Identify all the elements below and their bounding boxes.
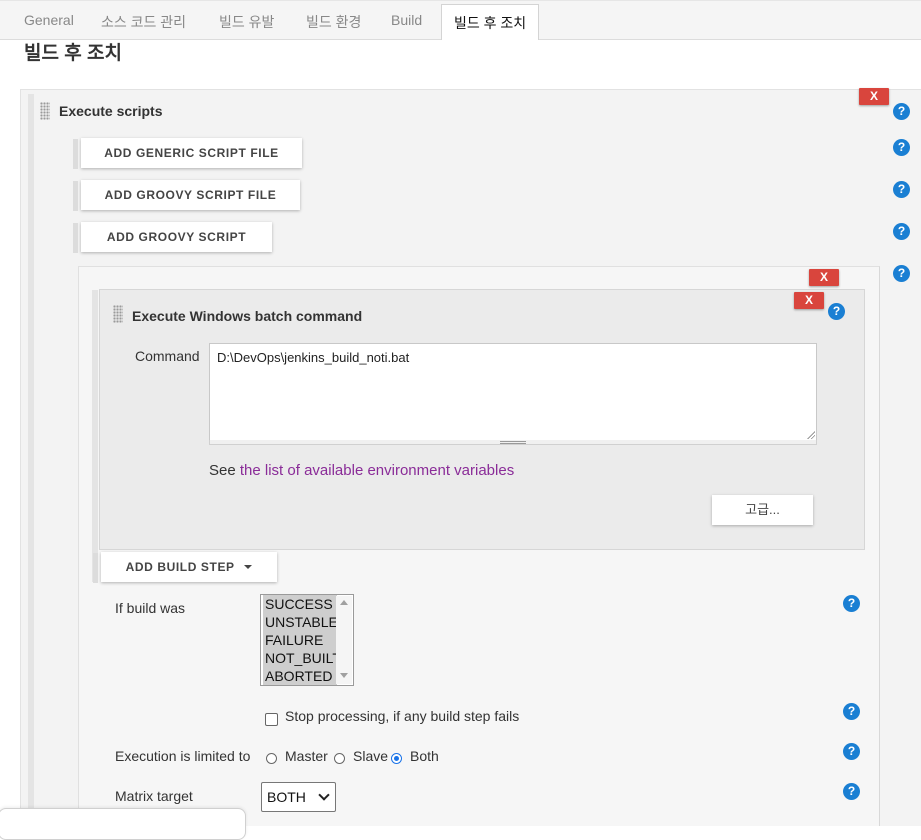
radio-both-label: Both (410, 748, 439, 764)
batch-command-title: Execute Windows batch command (132, 308, 363, 324)
advanced-button[interactable]: 고급... (712, 495, 813, 525)
help-icon[interactable]: ? (893, 223, 910, 240)
help-icon[interactable]: ? (893, 265, 910, 282)
listbox-option[interactable]: SUCCESS (263, 595, 337, 613)
tab-general[interactable]: General (24, 12, 74, 28)
add-build-step-label: ADD BUILD STEP (125, 560, 235, 574)
matrix-target-label: Matrix target (115, 788, 193, 804)
bottom-overlay-card (0, 808, 246, 840)
resize-grip-icon (500, 441, 526, 444)
button-strip (93, 553, 98, 583)
tab-build-environment[interactable]: 빌드 환경 (306, 12, 361, 32)
scroll-down-icon[interactable] (340, 673, 348, 678)
panel-left-strip (28, 94, 34, 826)
env-vars-hint: See the list of available environment va… (209, 462, 514, 479)
help-icon[interactable]: ? (843, 595, 860, 612)
listbox-option[interactable]: NOT_BUILT (263, 649, 341, 667)
add-generic-script-file-button[interactable]: ADD GENERIC SCRIPT FILE (81, 138, 302, 168)
if-build-was-label: If build was (115, 600, 186, 616)
button-strip (73, 181, 78, 211)
radio-slave-label: Slave (353, 748, 389, 764)
env-vars-prefix: See (209, 462, 236, 479)
execution-limited-label: Execution is limited to (115, 748, 251, 764)
stop-processing-checkbox[interactable] (265, 713, 278, 726)
tab-post-build-actions[interactable]: 빌드 후 조치 (441, 4, 540, 40)
radio-slave[interactable] (334, 753, 345, 764)
caret-down-icon (244, 564, 253, 569)
env-vars-link[interactable]: the list of available environment variab… (240, 462, 514, 479)
delete-execute-scripts-button[interactable]: X (859, 88, 889, 105)
delete-batch-command-button[interactable]: X (794, 292, 824, 309)
radio-master-label: Master (285, 748, 328, 764)
button-strip (73, 223, 78, 253)
command-textarea[interactable]: D:\DevOps\jenkins_build_noti.bat (209, 343, 817, 441)
listbox-option[interactable]: FAILURE (263, 631, 337, 649)
radio-both[interactable] (391, 753, 402, 764)
button-strip (73, 139, 78, 169)
help-icon[interactable]: ? (843, 783, 860, 800)
tab-source-code-management[interactable]: 소스 코드 관리 (101, 12, 186, 32)
radio-master[interactable] (266, 753, 277, 764)
delete-step-container-button[interactable]: X (809, 269, 839, 286)
help-icon[interactable]: ? (843, 743, 860, 760)
tab-build[interactable]: Build (391, 12, 422, 28)
help-icon[interactable]: ? (893, 139, 910, 156)
add-build-step-button[interactable]: ADD BUILD STEP (101, 552, 277, 582)
resize-corner-icon[interactable] (806, 430, 815, 439)
command-label: Command (135, 348, 200, 364)
scroll-up-icon[interactable] (340, 600, 348, 605)
add-groovy-script-button[interactable]: ADD GROOVY SCRIPT (81, 222, 272, 252)
panel-left-strip (92, 290, 98, 582)
section-title: 빌드 후 조치 (24, 43, 122, 64)
listbox-scrollbar[interactable] (336, 596, 352, 684)
help-icon[interactable]: ? (843, 703, 860, 720)
help-icon[interactable]: ? (893, 103, 910, 120)
add-groovy-script-file-button[interactable]: ADD GROOVY SCRIPT FILE (81, 180, 300, 210)
tab-build-triggers[interactable]: 빌드 유발 (219, 12, 274, 32)
listbox-option[interactable]: UNSTABLE (263, 613, 338, 631)
listbox-option[interactable]: ABORTED (263, 667, 337, 685)
stop-processing-label: Stop processing, if any build step fails (285, 708, 520, 724)
execute-scripts-title: Execute scripts (59, 103, 163, 119)
help-icon[interactable]: ? (893, 181, 910, 198)
drag-handle-icon[interactable] (40, 102, 50, 120)
drag-handle-icon[interactable] (113, 305, 123, 323)
help-icon[interactable]: ? (828, 303, 845, 320)
